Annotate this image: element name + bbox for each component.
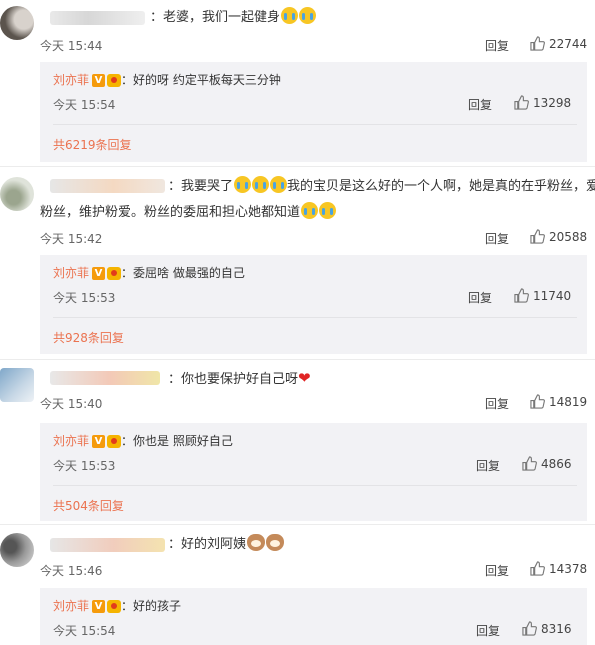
username-blurred[interactable] (50, 11, 145, 25)
username-blurred[interactable] (50, 538, 165, 552)
thumbs-up-icon (522, 621, 537, 636)
reply-box: 刘亦菲 V ：好的孩子 今天 15:54 回复 8316 (40, 588, 587, 645)
verified-v-icon: V (92, 267, 106, 280)
cat-emoji-icon (266, 534, 285, 551)
comment-2: ：我要哭了 我的宝贝是这么好的一个人啊，她是真的在乎粉丝，爱 粉丝，维护粉爱。粉丝… (0, 167, 595, 357)
comment-text: ：老婆，我们一起健身 (150, 6, 317, 30)
vip-crown-icon (107, 267, 122, 280)
more-replies-link[interactable]: 共6219条回复 (53, 136, 132, 153)
reply-button[interactable]: 回复 (468, 96, 492, 113)
like-count: 20588 (549, 229, 588, 244)
thumbs-up-icon (522, 456, 537, 471)
like-button[interactable]: 22744 (530, 36, 587, 51)
comment-3: ：你也要保护好自己呀❤ 今天 15:40 回复 14819 刘亦菲 V ：你也是 照… (0, 360, 595, 525)
heart-icon: ❤ (298, 369, 311, 387)
like-count: 8316 (541, 621, 572, 636)
more-replies-link[interactable]: 共504条回复 (53, 497, 124, 514)
crying-emoji-icon (281, 7, 299, 24)
comment-text-line2: 粉丝，维护粉爱。粉丝的委屈和担心她都知道 (40, 201, 337, 225)
thumbs-up-icon (530, 36, 545, 51)
thumbs-up-icon (530, 229, 545, 244)
verified-v-icon: V (92, 435, 106, 448)
comment-1: ：老婆，我们一起健身 今天 15:44 回复 22744 刘亦菲 V ：好的呀 约定… (0, 0, 595, 165)
crying-emoji-icon (252, 176, 270, 193)
verified-v-icon: V (92, 600, 106, 613)
reply-author-name[interactable]: 刘亦菲 (53, 266, 89, 280)
comment-text: ：你也要保护好自己呀❤ (168, 369, 311, 387)
username-blurred[interactable] (50, 179, 165, 193)
more-replies-link[interactable]: 共928条回复 (53, 329, 124, 346)
reply-box: 刘亦菲 V ：好的呀 约定平板每天三分钟 今天 15:54 回复 13298 共62… (40, 62, 587, 162)
like-button[interactable]: 14378 (530, 561, 587, 576)
reply-button[interactable]: 回复 (485, 37, 509, 54)
avatar[interactable] (0, 533, 34, 567)
like-count: 14819 (549, 394, 588, 409)
cat-emoji-icon (247, 534, 266, 551)
reply-text: ：好的呀 约定平板每天三分钟 (121, 73, 281, 87)
reply-author-name[interactable]: 刘亦菲 (53, 73, 89, 87)
thumbs-up-icon (514, 288, 529, 303)
reply-time: 今天 15:54 (53, 98, 116, 112)
reply-text: ：好的孩子 (121, 599, 182, 613)
comment-4: ：好的刘阿姨 今天 15:46 回复 14378 刘亦菲 V ：好的孩子 今天 15… (0, 525, 595, 645)
thumbs-up-icon (530, 394, 545, 409)
reply-button[interactable]: 回复 (485, 395, 509, 412)
reply-button[interactable]: 回复 (476, 622, 500, 639)
like-button[interactable]: 14819 (530, 394, 587, 409)
reply-text: ：委屈啥 做最强的自己 (121, 266, 245, 280)
like-count: 4866 (541, 456, 572, 471)
avatar[interactable] (0, 368, 34, 402)
reply-button[interactable]: 回复 (485, 230, 509, 247)
reply-text: ：你也是 照顾好自己 (121, 434, 233, 448)
comment-text-line1: ：我要哭了 我的宝贝是这么好的一个人啊，她是真的在乎粉丝，爱 (168, 175, 595, 199)
separator (53, 485, 577, 486)
reply-author-name[interactable]: 刘亦菲 (53, 434, 89, 448)
crying-emoji-icon (319, 202, 337, 219)
thumbs-up-icon (514, 95, 529, 110)
reply-box: 刘亦菲 V ：委屈啥 做最强的自己 今天 15:53 回复 11740 共928条回… (40, 255, 587, 354)
like-button[interactable]: 11740 (514, 288, 571, 303)
reply-line: 刘亦菲 V ：好的呀 约定平板每天三分钟 (53, 71, 281, 88)
comment-time: 今天 15:40 (40, 397, 103, 411)
crying-emoji-icon (234, 176, 252, 193)
reply-time: 今天 15:54 (53, 624, 116, 638)
verified-v-icon: V (92, 74, 106, 87)
reply-author-name[interactable]: 刘亦菲 (53, 599, 89, 613)
crying-emoji-icon (270, 176, 288, 193)
comment-text: ：好的刘阿姨 (168, 533, 285, 557)
like-button[interactable]: 13298 (514, 95, 571, 110)
thumbs-up-icon (530, 561, 545, 576)
vip-crown-icon (107, 74, 122, 87)
vip-crown-icon (107, 600, 122, 613)
vip-crown-icon (107, 435, 122, 448)
reply-button[interactable]: 回复 (468, 289, 492, 306)
comment-time: 今天 15:46 (40, 564, 103, 578)
separator (53, 124, 577, 125)
reply-box: 刘亦菲 V ：你也是 照顾好自己 今天 15:53 回复 4866 共504条回复 (40, 423, 587, 521)
reply-line: 刘亦菲 V ：好的孩子 (53, 597, 181, 614)
separator (53, 317, 577, 318)
like-count: 11740 (533, 288, 572, 303)
like-button[interactable]: 8316 (522, 621, 572, 636)
like-count: 14378 (549, 561, 588, 576)
crying-emoji-icon (301, 202, 319, 219)
reply-line: 刘亦菲 V ：你也是 照顾好自己 (53, 432, 233, 449)
crying-emoji-icon (299, 7, 317, 24)
username-blurred[interactable] (50, 371, 160, 385)
like-count: 13298 (533, 95, 572, 110)
like-count: 22744 (549, 36, 588, 51)
reply-line: 刘亦菲 V ：委屈啥 做最强的自己 (53, 264, 245, 281)
avatar[interactable] (0, 6, 34, 40)
avatar[interactable] (0, 177, 34, 211)
like-button[interactable]: 4866 (522, 456, 572, 471)
reply-time: 今天 15:53 (53, 291, 116, 305)
reply-time: 今天 15:53 (53, 459, 116, 473)
comment-time: 今天 15:44 (40, 39, 103, 53)
comment-time: 今天 15:42 (40, 232, 103, 246)
reply-button[interactable]: 回复 (476, 457, 500, 474)
reply-button[interactable]: 回复 (485, 562, 509, 579)
like-button[interactable]: 20588 (530, 229, 587, 244)
